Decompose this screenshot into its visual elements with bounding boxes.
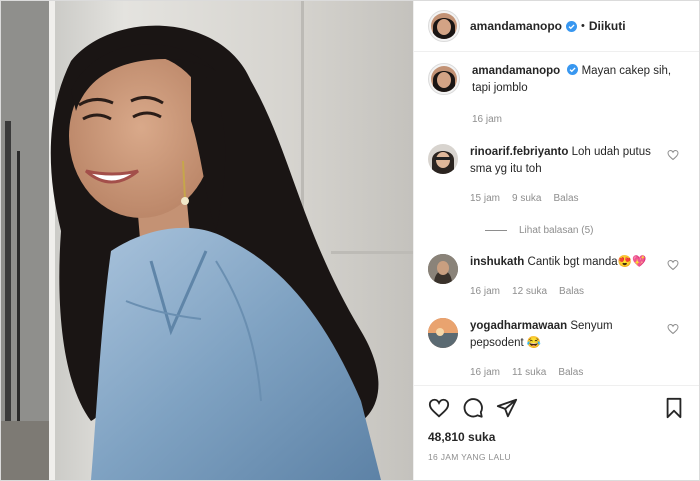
- caption-text-block: amandamanopo Mayan cakep sih, tapi jombl…: [472, 63, 672, 128]
- comment-text-block: yogadharmawaan Senyum pepsodent 😂 16 jam…: [470, 318, 658, 381]
- header-separator: •: [581, 20, 585, 32]
- heart-icon[interactable]: [667, 259, 679, 271]
- comment-username[interactable]: inshukath: [470, 256, 524, 268]
- reply-button[interactable]: Balas: [559, 283, 584, 300]
- author-username[interactable]: amandamanopo: [470, 19, 562, 33]
- comment-text-block: inshukath Cantik bgt manda😍💖 16 jam 12 s…: [470, 254, 658, 300]
- comment-meta: 16 jam 12 suka Balas: [470, 283, 658, 300]
- bookmark-icon[interactable]: [663, 397, 685, 419]
- comments-list: amandamanopo Mayan cakep sih, tapi jombl…: [414, 63, 699, 381]
- commenter-avatar[interactable]: [428, 144, 458, 174]
- comment-text-block: rinoarif.febriyanto Loh udah putus sma y…: [470, 144, 658, 207]
- comment-text: Cantik bgt manda😍💖: [527, 256, 647, 268]
- comment-meta: 16 jam 11 suka Balas: [470, 364, 658, 381]
- heart-icon[interactable]: [428, 397, 450, 419]
- caption-avatar-image: [431, 66, 457, 92]
- post-side-panel: amandamanopo • Diikuti amandamanopo Maya…: [413, 1, 699, 480]
- verified-icon: [566, 20, 578, 32]
- comment-likes[interactable]: 12 suka: [512, 283, 547, 300]
- instagram-post: amandamanopo • Diikuti amandamanopo Maya…: [0, 0, 700, 481]
- comment-username[interactable]: rinoarif.febriyanto: [470, 146, 568, 158]
- replies-line: [485, 230, 507, 231]
- author-avatar-image: [431, 13, 457, 39]
- share-icon[interactable]: [496, 397, 518, 419]
- caption: amandamanopo Mayan cakep sih, tapi jombl…: [428, 63, 685, 128]
- reply-button[interactable]: Balas: [558, 364, 583, 381]
- comment-item: yogadharmawaan Senyum pepsodent 😂 16 jam…: [428, 318, 685, 381]
- post-time[interactable]: 16 JAM YANG LALU: [428, 452, 685, 462]
- caption-avatar[interactable]: [428, 63, 460, 95]
- comment-icon[interactable]: [462, 397, 484, 419]
- comment-likes[interactable]: 9 suka: [512, 190, 541, 207]
- comment-time[interactable]: 16 jam: [470, 283, 500, 300]
- comment-item: rinoarif.febriyanto Loh udah putus sma y…: [428, 144, 685, 207]
- caption-username[interactable]: amandamanopo: [472, 65, 560, 77]
- heart-icon[interactable]: [667, 323, 679, 335]
- follow-status-button[interactable]: Diikuti: [589, 19, 626, 33]
- comment-time[interactable]: 15 jam: [470, 190, 500, 207]
- post-actions: 48,810 suka 16 JAM YANG LALU: [414, 385, 699, 462]
- post-header: amandamanopo • Diikuti: [414, 1, 699, 52]
- commenter-avatar[interactable]: [428, 318, 458, 348]
- view-replies[interactable]: Lihat balasan (5): [485, 225, 685, 236]
- photo-illustration: [1, 1, 413, 480]
- heart-icon[interactable]: [667, 149, 679, 161]
- verified-icon: [567, 64, 579, 75]
- comment-likes[interactable]: 11 suka: [512, 364, 546, 381]
- post-photo[interactable]: [1, 1, 413, 480]
- commenter-avatar[interactable]: [428, 254, 458, 284]
- view-replies-label: Lihat balasan (5): [519, 225, 594, 236]
- author-avatar[interactable]: [428, 10, 460, 42]
- caption-time[interactable]: 16 jam: [472, 111, 502, 128]
- comment-time[interactable]: 16 jam: [470, 364, 500, 381]
- caption-meta: 16 jam: [472, 111, 672, 128]
- action-icons: [428, 396, 685, 420]
- comment-username[interactable]: yogadharmawaan: [470, 320, 567, 332]
- comment-item: inshukath Cantik bgt manda😍💖 16 jam 12 s…: [428, 254, 685, 300]
- comment-meta: 15 jam 9 suka Balas: [470, 190, 658, 207]
- reply-button[interactable]: Balas: [553, 190, 578, 207]
- likes-count[interactable]: 48,810 suka: [428, 430, 685, 444]
